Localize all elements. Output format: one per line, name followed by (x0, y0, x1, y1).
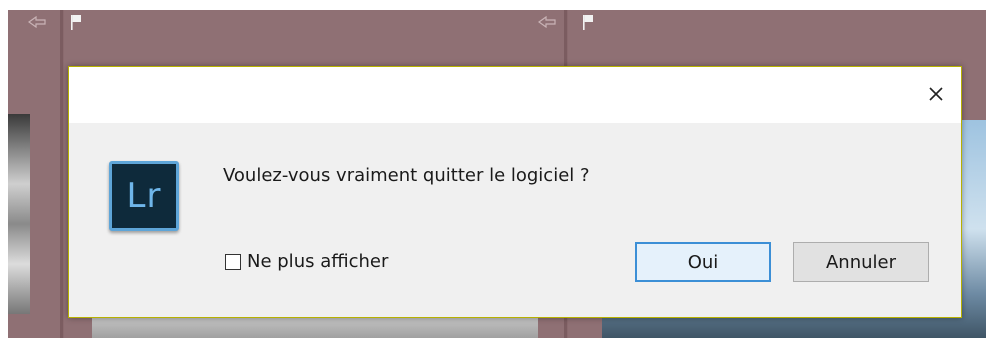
dont-show-again-option[interactable]: Ne plus afficher (225, 251, 388, 272)
rotate-icon[interactable] (538, 16, 556, 28)
dont-show-again-label: Ne plus afficher (247, 251, 389, 272)
photo-thumbnail[interactable] (8, 114, 30, 314)
cell-divider (60, 10, 63, 338)
dialog-titlebar (69, 67, 961, 123)
app-background: Lr Voulez-vous vraiment quitter le logic… (8, 10, 986, 338)
app-icon-label: Lr (126, 176, 162, 216)
yes-button[interactable]: Oui (635, 242, 771, 282)
dialog-message: Voulez-vous vraiment quitter le logiciel… (223, 165, 590, 186)
flag-icon[interactable] (70, 14, 82, 30)
close-button[interactable] (921, 79, 951, 109)
cancel-button[interactable]: Annuler (793, 242, 929, 282)
confirm-quit-dialog: Lr Voulez-vous vraiment quitter le logic… (68, 66, 962, 318)
flag-icon[interactable] (582, 14, 594, 30)
close-icon (929, 87, 943, 101)
rotate-icon[interactable] (28, 16, 46, 28)
dont-show-again-checkbox[interactable] (225, 253, 241, 270)
lightroom-icon: Lr (109, 161, 179, 231)
